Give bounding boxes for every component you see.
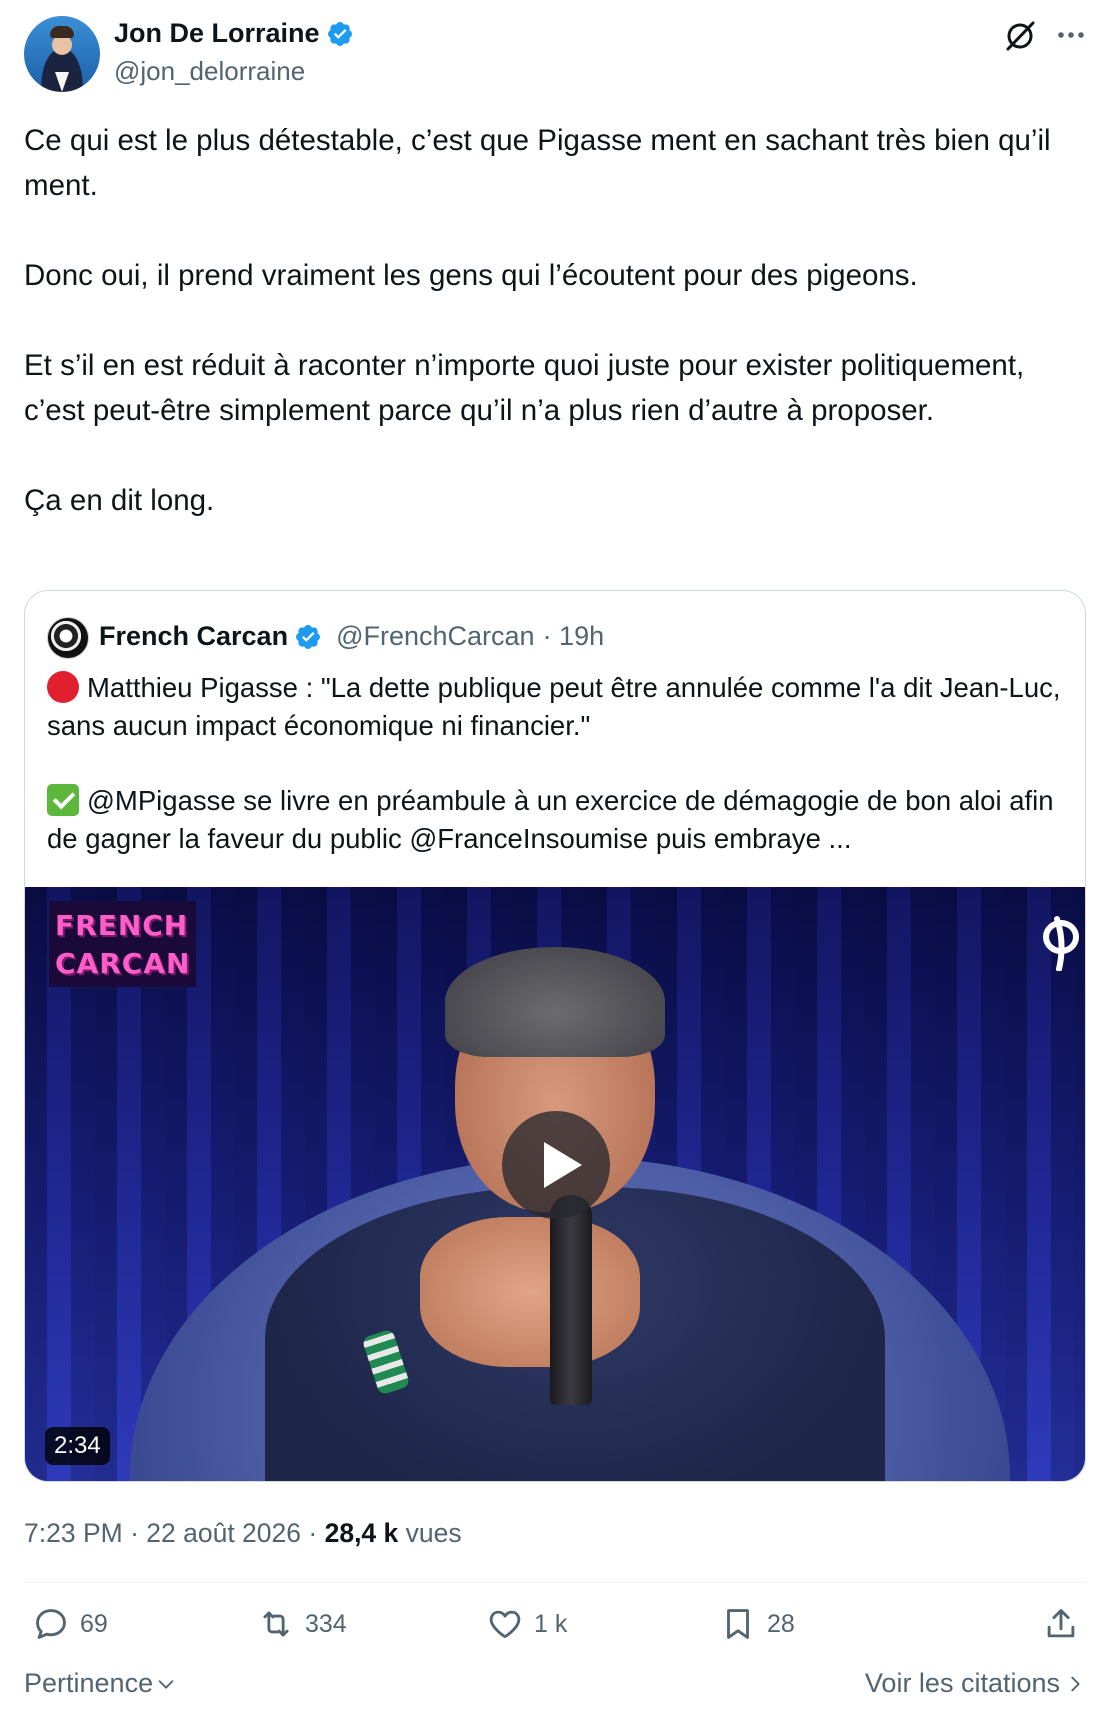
quoted-tweet-text: Matthieu Pigasse : "La dette publique pe…	[47, 669, 1067, 858]
quoted-tweet-card[interactable]: French Carcan @FrenchCarcan · 19h Matthi…	[24, 590, 1086, 1482]
action-bar: 69 334 1 k 28	[24, 1605, 1086, 1655]
chevron-right-icon	[1071, 1676, 1080, 1691]
grok-icon[interactable]	[1002, 18, 1038, 54]
quoted-author-avatar[interactable]	[47, 617, 89, 659]
like-count: 1 k	[534, 1609, 568, 1638]
share-button[interactable]	[1042, 1605, 1080, 1643]
replies-toolbar: Pertinence Voir les citations	[24, 1668, 1086, 1712]
more-icon[interactable]	[1054, 18, 1088, 52]
repost-count: 334	[305, 1609, 347, 1638]
like-button[interactable]: 1 k	[486, 1605, 567, 1643]
bookmark-count: 28	[767, 1609, 795, 1638]
author-name-row: Jon De Lorraine	[114, 18, 354, 49]
view-quotes-link[interactable]: Voir les citations	[865, 1668, 1086, 1699]
lfi-phi-logo-icon	[1043, 916, 1079, 971]
sort-dropdown[interactable]: Pertinence	[24, 1668, 177, 1699]
share-icon	[1047, 1609, 1075, 1638]
quoted-paragraph-text: @MPigasse se livre en préambule à un exe…	[47, 785, 1054, 854]
tweet-date[interactable]: 22 août 2026	[146, 1518, 301, 1548]
bookmark-icon	[727, 1609, 749, 1639]
avatar-hair	[50, 26, 74, 38]
repost-button[interactable]: 334	[257, 1605, 347, 1643]
tweet-time[interactable]: 7:23 PM	[24, 1518, 123, 1548]
video-brand-logo: FRENCH CARCAN	[49, 901, 197, 987]
brand-line: FRENCH	[55, 909, 189, 942]
verified-badge-icon	[294, 623, 322, 651]
brand-line: CARCAN	[55, 947, 191, 980]
views-label: vues	[405, 1518, 462, 1548]
quoted-author-name[interactable]: French Carcan	[99, 621, 288, 652]
video-duration: 2:34	[45, 1427, 110, 1465]
red-circle-icon	[47, 671, 79, 703]
tweet-paragraph: Ce qui est le plus détestable, c’est que…	[24, 124, 1051, 202]
video-player[interactable]: FRENCH CARCAN 2:34	[25, 887, 1085, 1481]
tweet-text: Ce qui est le plus détestable, c’est que…	[24, 118, 1064, 523]
check-mark-icon	[47, 784, 79, 816]
chevron-down-icon	[158, 1679, 174, 1689]
quoted-author-handle: @FrenchCarcan	[336, 621, 535, 651]
video-microphone	[550, 1195, 592, 1405]
views-count: 28,4 k	[324, 1518, 399, 1548]
reply-icon	[36, 1609, 66, 1639]
quoted-tweet-time: · 19h	[542, 621, 605, 651]
like-icon	[489, 1610, 521, 1639]
reply-button[interactable]: 69	[32, 1605, 108, 1643]
video-person-hair	[445, 947, 665, 1057]
avatar-shirt	[55, 72, 69, 92]
reply-count: 69	[80, 1609, 108, 1638]
play-icon[interactable]	[502, 1111, 610, 1219]
quoted-paragraph-text: Matthieu Pigasse : "La dette publique pe…	[47, 672, 1061, 741]
author-handle[interactable]: @jon_delorraine	[114, 56, 305, 87]
quoted-tweet-header: French Carcan @FrenchCarcan · 19h	[99, 621, 604, 652]
quoted-paragraph: @MPigasse se livre en préambule à un exe…	[47, 782, 1067, 858]
verified-badge-icon[interactable]	[326, 20, 354, 48]
divider	[24, 1582, 1086, 1583]
sort-label: Pertinence	[24, 1668, 154, 1698]
tweet-paragraph: Et s’il en est réduit à raconter n’impor…	[24, 349, 1025, 427]
view-quotes-label: Voir les citations	[864, 1668, 1060, 1698]
repost-icon	[263, 1611, 289, 1637]
tweet-meta: 7:23 PM · 22 août 2026 · 28,4 k vues	[24, 1518, 462, 1549]
tweet-paragraph: Donc oui, il prend vraiment les gens qui…	[24, 259, 918, 292]
tweet-paragraph: Ça en dit long.	[24, 484, 215, 517]
quoted-paragraph: Matthieu Pigasse : "La dette publique pe…	[47, 669, 1067, 745]
meta-separator: ·	[130, 1518, 139, 1548]
meta-separator: ·	[308, 1518, 318, 1548]
author-avatar[interactable]	[24, 16, 100, 92]
bookmark-button[interactable]: 28	[719, 1605, 795, 1643]
author-display-name[interactable]: Jon De Lorraine	[114, 18, 320, 49]
video-hands	[420, 1217, 640, 1367]
